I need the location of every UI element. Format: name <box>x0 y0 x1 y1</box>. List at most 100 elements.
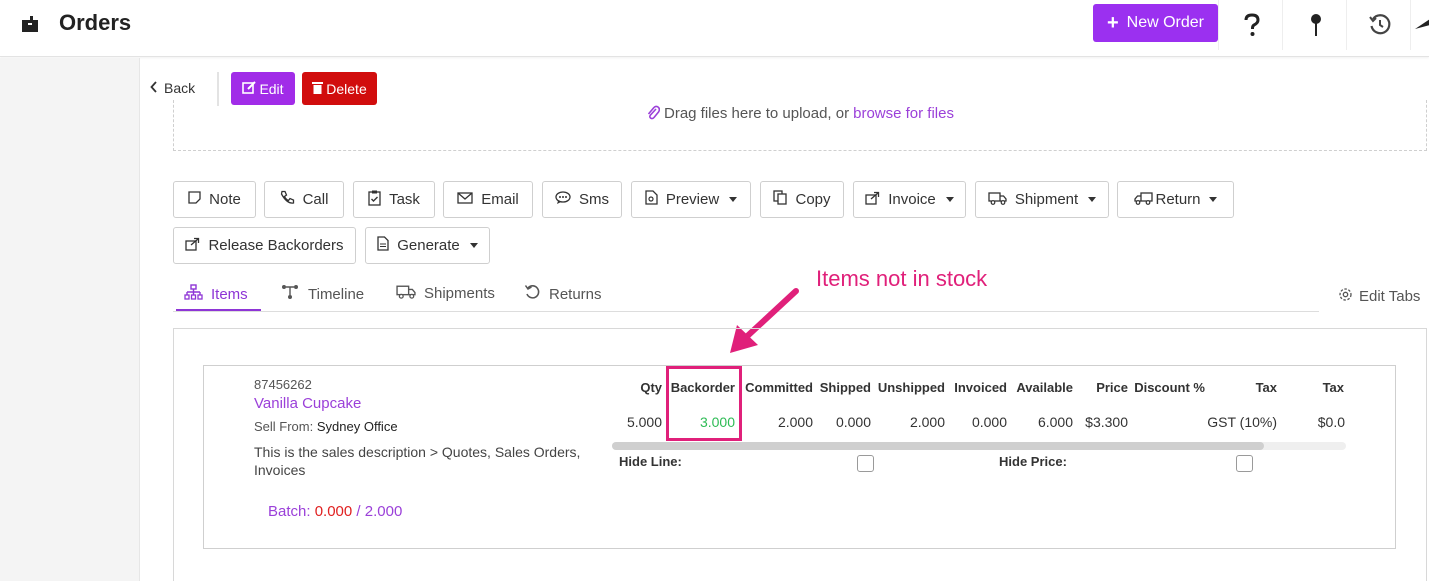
return-truck-icon <box>1134 191 1154 209</box>
phone-icon <box>280 190 295 209</box>
preview-label: Preview <box>665 191 720 208</box>
generate-label: Generate <box>397 237 460 254</box>
horizontal-scrollbar[interactable] <box>612 442 1346 450</box>
browse-files-link[interactable]: browse for files <box>853 105 954 122</box>
truck-icon <box>988 191 1007 209</box>
batch-label: Batch: <box>268 503 311 520</box>
release-backorders-label: Release Backorders <box>208 237 344 254</box>
new-order-button[interactable]: + New Order <box>1093 4 1218 42</box>
edit-tabs-label: Edit Tabs <box>1359 288 1421 305</box>
task-button[interactable]: Task <box>353 181 435 218</box>
backorder-highlight <box>666 366 742 441</box>
note-button[interactable]: Note <box>173 181 256 218</box>
col-discount: Discount % <box>1134 380 1205 395</box>
cell-qty: 5.000 <box>626 414 662 430</box>
caret-down-icon <box>1088 197 1097 202</box>
send-icon <box>1411 13 1429 37</box>
sms-label: Sms <box>579 191 609 208</box>
sell-from-label: Sell From: <box>254 419 314 434</box>
col-price: Price <box>1096 380 1128 395</box>
call-label: Call <box>302 191 329 208</box>
hide-line-label: Hide Line: <box>619 454 682 469</box>
batch-link[interactable]: Batch: 0.000 / 2.000 <box>268 503 402 520</box>
tab-returns-label: Returns <box>549 285 602 303</box>
note-icon <box>188 191 201 208</box>
col-invoiced: Invoiced <box>954 380 1007 395</box>
col-tax-amount: Tax <box>1322 380 1344 395</box>
send-button[interactable] <box>1410 0 1429 50</box>
edit-icon <box>242 80 257 97</box>
scrollbar-thumb[interactable] <box>612 442 1264 450</box>
email-button[interactable]: Email <box>443 181 533 218</box>
annotation-text: Items not in stock <box>816 266 988 291</box>
col-committed: Committed <box>745 380 813 395</box>
email-label: Email <box>481 191 519 208</box>
sms-icon <box>555 190 571 209</box>
help-button[interactable] <box>1218 0 1284 50</box>
undo-icon <box>524 284 541 304</box>
hide-price-checkbox[interactable] <box>1236 455 1253 472</box>
back-label: Back <box>164 80 196 96</box>
batch-value: 0.000 <box>314 503 353 520</box>
hide-line-checkbox[interactable] <box>857 455 874 472</box>
pin-button[interactable] <box>1282 0 1348 50</box>
truck-icon <box>396 284 416 303</box>
return-button[interactable]: Return <box>1117 181 1234 218</box>
cell-tax-amount: $0.0 <box>1317 414 1345 430</box>
edit-tabs-button[interactable]: Edit Tabs <box>1338 287 1420 306</box>
box-icon <box>20 14 40 34</box>
tab-timeline[interactable]: Timeline <box>281 284 364 304</box>
caret-down-icon <box>729 197 738 202</box>
tab-shipments-label: Shipments <box>424 285 495 302</box>
preview-icon <box>645 190 658 209</box>
tab-timeline-label: Timeline <box>308 285 365 303</box>
tab-returns[interactable]: Returns <box>524 284 602 304</box>
plus-icon: + <box>1106 12 1119 34</box>
file-dropzone[interactable]: Drag files here to upload, or browse for… <box>173 100 1427 151</box>
sell-from-value: Sydney Office <box>316 419 398 434</box>
history-button[interactable] <box>1346 0 1412 50</box>
clipboard-icon <box>368 190 381 210</box>
back-button[interactable]: Back <box>150 80 195 96</box>
paperclip-icon <box>646 105 661 125</box>
copy-button[interactable]: Copy <box>760 181 844 218</box>
col-qty: Qty <box>640 380 662 395</box>
sitemap-icon <box>184 284 203 304</box>
shipment-button[interactable]: Shipment <box>975 181 1109 218</box>
item-name-link[interactable]: Vanilla Cupcake <box>254 395 361 412</box>
caret-down-icon <box>1208 197 1217 202</box>
trash-icon <box>312 81 324 97</box>
tab-shipments[interactable]: Shipments <box>396 284 495 303</box>
hide-price-label: Hide Price: <box>999 454 1067 469</box>
copy-label: Copy <box>795 191 831 208</box>
caret-down-icon <box>945 197 954 202</box>
top-bar: Orders + New Order <box>0 0 1429 57</box>
tab-items[interactable]: Items <box>184 284 248 304</box>
item-sku: 87456262 <box>254 377 312 392</box>
generate-button[interactable]: Generate <box>365 227 490 264</box>
note-label: Note <box>209 191 241 208</box>
left-sidebar <box>0 58 140 581</box>
call-button[interactable]: Call <box>264 181 344 218</box>
cell-price: $3.300 <box>1085 414 1128 430</box>
preview-button[interactable]: Preview <box>631 181 751 218</box>
edit-label: Edit <box>259 80 284 97</box>
invoice-button[interactable]: Invoice <box>853 181 966 218</box>
cell-tax: GST (10%) <box>1207 414 1277 430</box>
chevron-left-icon <box>150 80 158 96</box>
col-shipped: Shipped <box>819 380 871 395</box>
history-icon <box>1368 13 1392 37</box>
timeline-icon <box>281 284 300 304</box>
tab-items-label: Items <box>211 285 248 303</box>
item-description: This is the sales description > Quotes, … <box>254 444 581 478</box>
release-backorders-button[interactable]: Release Backorders <box>173 227 356 264</box>
shipment-label: Shipment <box>1014 191 1079 208</box>
question-icon <box>1243 13 1261 37</box>
copy-icon <box>773 190 788 209</box>
return-label: Return <box>1155 191 1201 208</box>
sms-button[interactable]: Sms <box>542 181 622 218</box>
share-icon <box>185 237 200 255</box>
delete-label: Delete <box>326 80 367 97</box>
batch-total: / 2.000 <box>356 503 403 520</box>
share-icon <box>865 191 880 209</box>
